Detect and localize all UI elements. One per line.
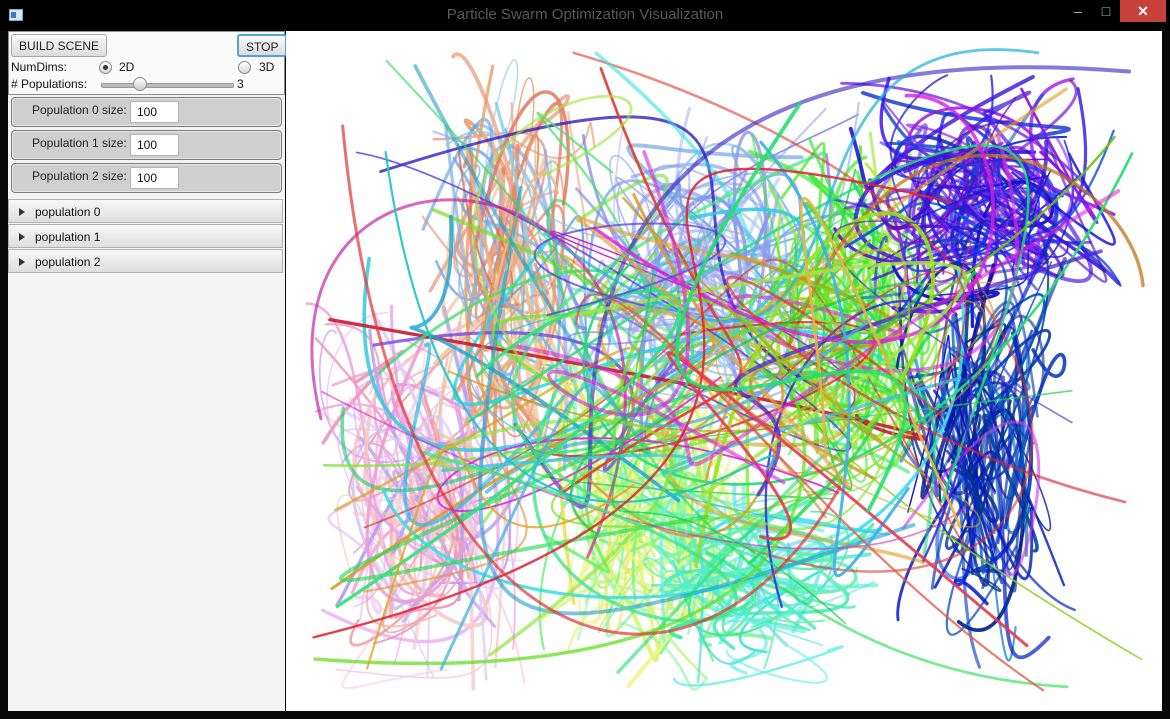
population-0-size-label: Population 0 size: (32, 103, 127, 117)
population-1-pane-label: population 1 (35, 230, 101, 244)
radio-2d-label: 2D (119, 60, 135, 74)
visualization-canvas[interactable] (286, 31, 1162, 711)
numdims-label: NumDims: (11, 60, 67, 74)
population-2-size-label: Population 2 size: (32, 169, 127, 183)
population-1-size-row: Population 1 size: (11, 130, 282, 160)
population-1-size-input[interactable] (130, 134, 179, 156)
populations-slider[interactable] (101, 83, 234, 88)
population-0-size-row: Population 0 size: (11, 97, 282, 127)
radio-3d-label: 3D (259, 60, 275, 74)
particle-trails (305, 48, 1145, 692)
population-0-size-input[interactable] (130, 101, 179, 123)
populations-slider-thumb[interactable] (133, 77, 147, 91)
window-title: Particle Swarm Optimization Visualizatio… (446, 6, 724, 23)
control-panel: BUILD SCENE STOP NumDims: 2D 3D # Popula… (8, 31, 288, 711)
maximize-button[interactable]: □ (1093, 0, 1119, 22)
particle-trail (698, 632, 773, 648)
build-scene-button[interactable]: BUILD SCENE (11, 34, 108, 57)
close-button[interactable]: ✕ (1120, 0, 1166, 22)
minimize-button[interactable]: – (1064, 0, 1092, 22)
population-0-pane-label: population 0 (35, 205, 101, 219)
expand-arrow-icon (19, 258, 25, 266)
expand-arrow-icon (19, 233, 25, 241)
population-2-size-row: Population 2 size: (11, 163, 282, 193)
population-1-size-label: Population 1 size: (32, 136, 127, 150)
expand-arrow-icon (19, 208, 25, 216)
population-2-pane-label: population 2 (35, 255, 101, 269)
population-1-pane[interactable]: population 1 (8, 224, 283, 248)
radio-2d[interactable] (99, 61, 112, 74)
radio-3d[interactable] (238, 61, 251, 74)
title-bar: Particle Swarm Optimization Visualizatio… (0, 0, 1170, 31)
scene-controls: BUILD SCENE STOP NumDims: 2D 3D # Popula… (8, 31, 288, 95)
populations-value: 3 (237, 77, 244, 91)
population-0-pane[interactable]: population 0 (8, 199, 283, 223)
population-2-pane[interactable]: population 2 (8, 249, 283, 273)
stop-button[interactable]: STOP (237, 34, 288, 57)
population-2-size-input[interactable] (130, 167, 179, 189)
populations-label: # Populations: (11, 77, 88, 91)
